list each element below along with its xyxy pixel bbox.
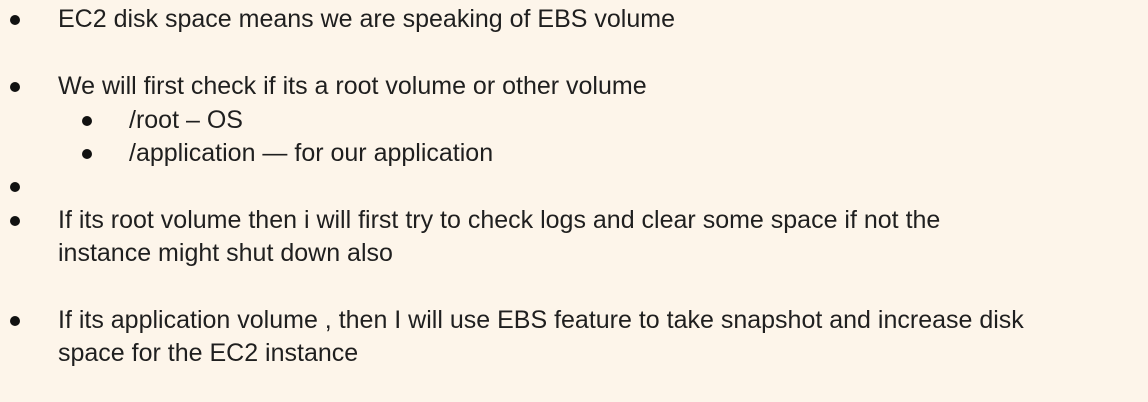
bullet-dot — [10, 82, 20, 92]
sub-bullet-text: /root – OS — [129, 106, 243, 134]
sub-bullet-text: /application — for our application — [129, 139, 494, 167]
bullet-dot — [10, 216, 20, 226]
bullet-text: If its application volume , then I will … — [58, 306, 1024, 334]
bullet-text-continued: space for the EC2 instance — [58, 339, 359, 367]
bullet-text-continued: instance might shut down also — [58, 239, 393, 267]
sub-bullet-dot — [82, 149, 92, 159]
bullet-dot — [10, 316, 20, 326]
bullet-text: EC2 disk space means we are speaking of … — [58, 5, 675, 33]
bullet-text: We will first check if its a root volume… — [58, 72, 647, 100]
slide-content: EC2 disk space means we are speaking of … — [0, 0, 1148, 402]
sub-bullet-dot — [82, 116, 92, 126]
empty-bullet-dot — [10, 182, 20, 192]
bullet-dot — [10, 15, 20, 25]
bullet-text: If its root volume then i will first try… — [58, 206, 941, 234]
